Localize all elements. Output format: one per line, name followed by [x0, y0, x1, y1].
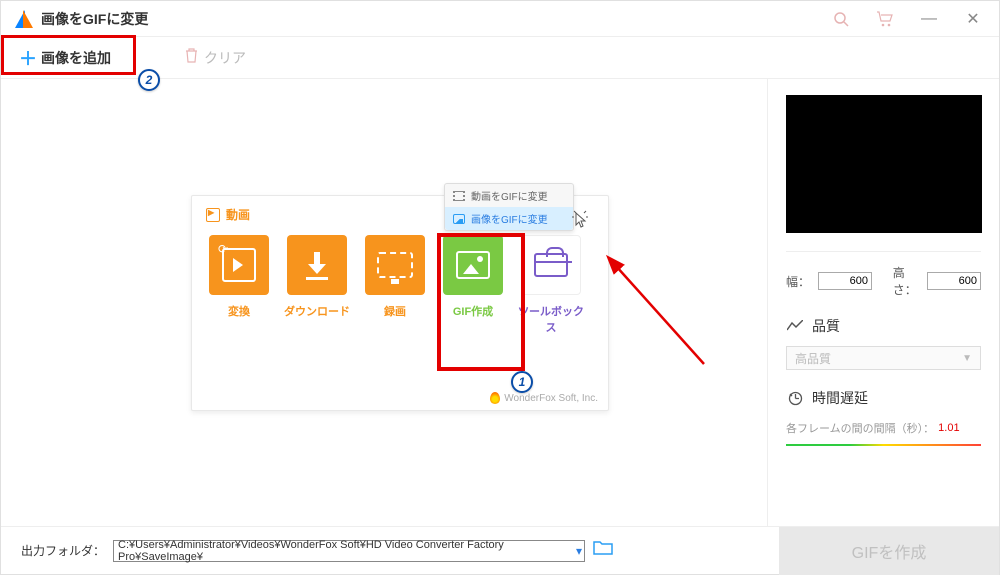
clear-button[interactable]: クリア: [185, 48, 246, 68]
record-icon: [377, 252, 413, 278]
tile-download[interactable]: ダウンロード: [282, 235, 352, 335]
tile-convert[interactable]: 変換: [204, 235, 274, 335]
quality-icon: [786, 317, 804, 335]
video-section-icon: [206, 208, 220, 222]
titlebar: 画像をGIFに変更 — ✕: [1, 1, 999, 37]
image-icon: [453, 214, 465, 224]
side-panel: 幅： 高さ： 品質 高品質 ▼ 時間遅延: [767, 79, 999, 526]
gif-icon: [456, 251, 490, 279]
add-image-button[interactable]: ＋ 画像を追加: [13, 41, 117, 75]
tiles-row: 変換 ダウンロード 録画 GIF作成: [192, 223, 608, 341]
panel-credit: WonderFox Soft, Inc.: [490, 392, 598, 404]
quality-select[interactable]: 高品質 ▼: [786, 346, 981, 370]
toolbar: ＋ 画像を追加 2 クリア: [1, 37, 999, 79]
wonderfox-logo-icon: [490, 392, 500, 404]
window-title: 画像をGIFに変更: [41, 9, 148, 29]
delay-section: 時間遅延: [786, 388, 981, 408]
open-folder-button[interactable]: [593, 540, 613, 561]
download-icon: [302, 250, 332, 280]
panel-section-label: 動画: [226, 206, 250, 223]
dimensions-row: 幅： 高さ：: [786, 264, 981, 298]
trash-icon: [185, 48, 198, 67]
width-label: 幅：: [786, 273, 810, 290]
film-icon: [453, 191, 465, 201]
add-image-label: 画像を追加: [41, 48, 111, 68]
clear-label: クリア: [204, 48, 246, 68]
body-area: 動画 動画をGIFに変更 画像をGIFに変更: [1, 79, 999, 526]
delay-text: 各フレームの間の間隔（秒）： 1.01: [786, 420, 981, 436]
preview-box: [786, 95, 982, 233]
annotation-badge-1: 1: [511, 371, 533, 393]
create-gif-button[interactable]: GIFを作成: [779, 527, 999, 575]
plus-icon: ＋: [19, 45, 37, 71]
tile-record[interactable]: 録画: [360, 235, 430, 335]
annotation-arrow: [604, 254, 714, 374]
output-folder-label: 出力フォルダ：: [21, 542, 105, 559]
cart-icon[interactable]: [863, 1, 907, 37]
cursor-click-icon: [570, 209, 590, 238]
launcher-panel: 動画 動画をGIFに変更 画像をGIFに変更: [191, 195, 609, 411]
chevron-down-icon: ▼: [962, 353, 972, 364]
app-logo-icon: [13, 9, 33, 29]
tile-toolbox[interactable]: ツールボックス: [516, 235, 586, 335]
height-input[interactable]: [927, 272, 981, 290]
minimize-button[interactable]: —: [907, 1, 951, 37]
app-window: 画像をGIFに変更 — ✕ ＋ 画像を追加 2 クリア: [0, 0, 1000, 575]
convert-icon: [222, 248, 256, 282]
main-area: 動画 動画をGIFに変更 画像をGIFに変更: [1, 79, 767, 526]
search-icon[interactable]: [819, 1, 863, 37]
tile-gif[interactable]: GIF作成: [438, 235, 508, 335]
path-dropdown-icon[interactable]: ▾: [576, 544, 582, 558]
gif-popup-menu: 動画をGIFに変更 画像をGIFに変更: [444, 183, 574, 231]
toolbox-icon: [534, 253, 568, 277]
popup-video-to-gif[interactable]: 動画をGIFに変更: [445, 184, 573, 207]
width-input[interactable]: [818, 272, 872, 290]
close-button[interactable]: ✕: [951, 1, 995, 37]
output-path-input[interactable]: C:¥Users¥Administrator¥Videos¥WonderFox …: [113, 540, 585, 562]
clock-icon: [786, 389, 804, 407]
height-label: 高さ：: [893, 264, 919, 298]
quality-section: 品質: [786, 316, 981, 336]
delay-value: 1.01: [938, 422, 959, 434]
delay-gradient-bar: [786, 444, 981, 446]
popup-image-to-gif[interactable]: 画像をGIFに変更: [445, 207, 573, 230]
bottom-bar: 出力フォルダ： C:¥Users¥Administrator¥Videos¥Wo…: [1, 526, 999, 574]
